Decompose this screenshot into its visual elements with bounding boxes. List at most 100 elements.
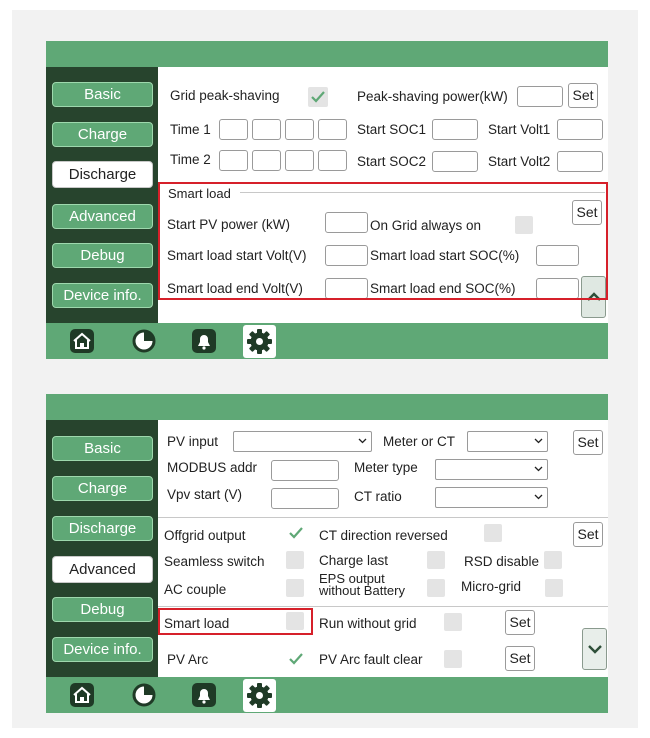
start-soc1-input[interactable]	[432, 119, 478, 140]
charge-last-label: Charge last	[319, 553, 389, 568]
gear-icon[interactable]	[243, 325, 276, 358]
nav-charge-button[interactable]: Charge	[52, 476, 153, 501]
options-set-button[interactable]: Set	[573, 522, 603, 547]
start-volt1-input[interactable]	[557, 119, 603, 140]
seamless-switch-checkbox[interactable]	[286, 551, 304, 569]
time2-start-hour-input[interactable]	[219, 150, 248, 171]
pie-chart-icon[interactable]	[131, 328, 157, 354]
time2-label: Time 2	[170, 152, 211, 167]
advanced-content: PV input Meter or CT Set MODBUS addr Met…	[158, 420, 608, 677]
top-bar	[46, 41, 608, 67]
meter-or-ct-label: Meter or CT	[383, 434, 456, 449]
offgrid-output-label: Offgrid output	[164, 528, 246, 543]
pv-meter-set-button[interactable]: Set	[573, 430, 603, 455]
ct-direction-reversed-label: CT direction reversed	[319, 528, 448, 543]
pv-arc-checkbox[interactable]	[286, 649, 306, 669]
pv-arc-fault-clear-set-button[interactable]: Set	[505, 646, 535, 671]
nav-basic-button[interactable]: Basic	[52, 436, 153, 461]
check-icon	[289, 653, 303, 665]
micro-grid-label: Micro-grid	[461, 579, 522, 594]
nav-discharge-button[interactable]: Discharge	[52, 161, 153, 188]
seamless-switch-label: Seamless switch	[164, 554, 265, 569]
start-soc1-label: Start SOC1	[357, 122, 427, 137]
nav-basic-button[interactable]: Basic	[52, 82, 153, 107]
nav-advanced-button[interactable]: Advanced	[52, 556, 153, 583]
smart-load-highlight	[158, 608, 313, 635]
start-soc2-input[interactable]	[432, 151, 478, 172]
home-icon[interactable]	[69, 328, 95, 354]
pv-arc-fault-clear-checkbox[interactable]	[444, 650, 462, 668]
smart-load-highlight	[158, 182, 608, 300]
nav-discharge-button[interactable]: Discharge	[52, 516, 153, 541]
run-without-grid-label: Run without grid	[319, 616, 417, 631]
eps-output-label: EPS output without Battery	[319, 572, 405, 598]
section-divider	[158, 606, 608, 607]
meter-type-label: Meter type	[354, 460, 418, 475]
time1-start-minute-input[interactable]	[252, 119, 281, 140]
bell-icon[interactable]	[191, 328, 217, 354]
check-icon	[311, 91, 325, 103]
offgrid-output-checkbox[interactable]	[286, 523, 306, 543]
start-volt2-input[interactable]	[557, 151, 603, 172]
peak-shaving-set-button[interactable]: Set	[568, 83, 598, 108]
time1-end-hour-input[interactable]	[285, 119, 314, 140]
eps-output-label-line2: without Battery	[319, 583, 405, 598]
chevron-down-icon	[358, 438, 367, 444]
pv-input-select[interactable]	[233, 431, 372, 452]
sidebar: Basic Charge Discharge Advanced Debug De…	[46, 67, 158, 323]
charge-last-checkbox[interactable]	[427, 551, 445, 569]
run-without-grid-set-button[interactable]: Set	[505, 610, 535, 635]
meter-type-select[interactable]	[435, 459, 548, 480]
sidebar: Basic Charge Discharge Advanced Debug De…	[46, 420, 158, 677]
time2-start-minute-input[interactable]	[252, 150, 281, 171]
top-bar	[46, 394, 608, 420]
pie-chart-icon[interactable]	[131, 682, 157, 708]
scroll-down-button[interactable]	[582, 628, 607, 670]
ct-ratio-select[interactable]	[435, 487, 548, 508]
gear-icon[interactable]	[243, 679, 276, 712]
bottom-bar	[46, 677, 608, 713]
nav-charge-button[interactable]: Charge	[52, 122, 153, 147]
nav-debug-button[interactable]: Debug	[52, 597, 153, 622]
ct-ratio-label: CT ratio	[354, 489, 402, 504]
time1-label: Time 1	[170, 122, 211, 137]
nav-device-info-button[interactable]: Device info.	[52, 637, 153, 662]
start-volt2-label: Start Volt2	[488, 154, 551, 169]
time1-end-minute-input[interactable]	[318, 119, 347, 140]
bell-icon[interactable]	[191, 682, 217, 708]
ac-couple-checkbox[interactable]	[286, 579, 304, 597]
advanced-panel: Basic Charge Discharge Advanced Debug De…	[46, 394, 608, 713]
check-icon	[289, 527, 303, 539]
meter-or-ct-select[interactable]	[467, 431, 548, 452]
pv-arc-label: PV Arc	[167, 652, 209, 667]
modbus-addr-label: MODBUS addr	[167, 460, 258, 475]
discharge-panel: Basic Charge Discharge Advanced Debug De…	[46, 41, 608, 359]
pv-input-label: PV input	[167, 434, 219, 449]
modbus-addr-input[interactable]	[271, 460, 339, 481]
grid-peak-shaving-label: Grid peak-shaving	[170, 88, 280, 103]
grid-peak-shaving-checkbox[interactable]	[308, 87, 328, 107]
rsd-disable-checkbox[interactable]	[544, 551, 562, 569]
peak-shaving-power-label: Peak-shaving power(kW)	[357, 89, 508, 104]
section-divider	[158, 517, 608, 518]
nav-debug-button[interactable]: Debug	[52, 243, 153, 268]
time1-start-hour-input[interactable]	[219, 119, 248, 140]
home-icon[interactable]	[69, 682, 95, 708]
micro-grid-checkbox[interactable]	[545, 579, 563, 597]
time2-end-hour-input[interactable]	[285, 150, 314, 171]
run-without-grid-checkbox[interactable]	[444, 613, 462, 631]
eps-output-checkbox[interactable]	[427, 579, 445, 597]
chevron-down-icon	[534, 494, 543, 500]
start-soc2-label: Start SOC2	[357, 154, 427, 169]
rsd-disable-label: RSD disable	[464, 554, 540, 569]
nav-advanced-button[interactable]: Advanced	[52, 204, 153, 229]
chevron-down-icon	[588, 645, 602, 654]
peak-shaving-power-input[interactable]	[517, 86, 563, 107]
time2-end-minute-input[interactable]	[318, 150, 347, 171]
nav-device-info-button[interactable]: Device info.	[52, 283, 153, 308]
ac-couple-label: AC couple	[164, 582, 227, 597]
ct-direction-reversed-checkbox[interactable]	[484, 524, 502, 542]
discharge-content: Grid peak-shaving Peak-shaving power(kW)…	[158, 67, 608, 323]
start-volt1-label: Start Volt1	[488, 122, 551, 137]
vpv-start-input[interactable]	[271, 488, 339, 509]
